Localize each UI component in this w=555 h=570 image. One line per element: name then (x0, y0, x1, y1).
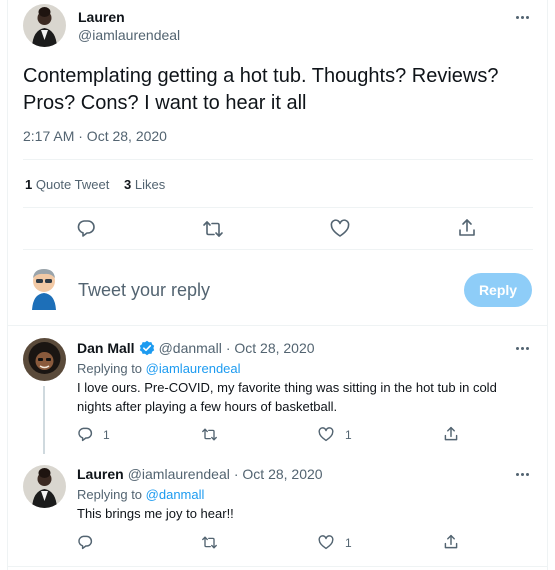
share-icon[interactable] (443, 534, 459, 550)
main-tweet-timestamp[interactable]: 2:17 AM · Oct 28, 2020 (23, 128, 167, 144)
reply-date[interactable]: · Oct 28, 2020 (226, 340, 315, 356)
reply-author-avatar[interactable] (23, 465, 66, 508)
reply-more-icon[interactable] (511, 467, 533, 481)
replying-to-prefix: Replying to (77, 487, 146, 502)
share-icon[interactable] (443, 426, 459, 442)
main-tweet-more-icon[interactable] (511, 10, 533, 24)
reply-text-line: This brings me joy to hear!! (77, 506, 234, 521)
replying-to: Replying to @danmall (77, 485, 204, 504)
reply-icon[interactable] (76, 218, 96, 238)
like-count: 1 (345, 428, 352, 442)
reply-date[interactable]: · Oct 28, 2020 (234, 466, 323, 482)
reply-author-avatar[interactable] (23, 338, 66, 381)
reply-author-handle[interactable]: @iamlaurendeal (128, 466, 230, 482)
like-count: 3 (124, 177, 132, 192)
divider (8, 325, 547, 326)
divider (23, 207, 533, 208)
quote-label: Quote Tweet (35, 177, 110, 192)
divider (8, 566, 547, 567)
replying-to-prefix: Replying to (77, 361, 146, 376)
retweet-icon[interactable] (201, 535, 218, 550)
main-author-avatar[interactable] (23, 4, 66, 47)
replying-to-handle-link[interactable]: @iamlaurendeal (146, 361, 241, 376)
retweet-icon[interactable] (202, 219, 224, 239)
current-user-avatar[interactable] (24, 266, 64, 310)
divider (23, 249, 533, 250)
reply-more-icon[interactable] (511, 341, 533, 355)
verified-badge-icon (139, 340, 155, 356)
retweet-icon[interactable] (201, 427, 218, 442)
reply-icon[interactable] (77, 534, 93, 550)
reply-text-line: I love ours. Pre-COVID, my favorite thin… (77, 380, 497, 395)
quote-count: 1 (25, 177, 33, 192)
reply-text-line: nights after playing a few hours of bask… (77, 399, 338, 414)
reply-count: 1 (103, 428, 110, 442)
reply-button[interactable]: Reply (464, 273, 532, 307)
main-author-handle[interactable]: @iamlaurendeal (78, 27, 180, 43)
main-author-name[interactable]: Lauren (78, 9, 125, 25)
share-icon[interactable] (457, 218, 477, 238)
quote-tweets-stat[interactable]: 1 Quote Tweet (25, 177, 109, 192)
reply-header: Lauren @iamlaurendeal · Oct 28, 2020 (77, 466, 323, 482)
thread-connector-line (43, 386, 45, 454)
like-icon[interactable] (330, 219, 350, 238)
replying-to-handle-link[interactable]: @danmall (146, 487, 205, 502)
like-icon[interactable] (318, 427, 334, 442)
likes-stat[interactable]: 3 Likes (124, 177, 165, 192)
reply-author-handle[interactable]: @danmall (159, 340, 222, 356)
reply-author-name[interactable]: Dan Mall (77, 340, 135, 356)
like-count: 1 (345, 536, 352, 550)
reply-header: Dan Mall @danmall · Oct 28, 2020 (77, 340, 315, 356)
replying-to: Replying to @iamlaurendeal (77, 359, 241, 378)
main-tweet-text: Contemplating getting a hot tub. Thought… (23, 65, 499, 114)
reply-icon[interactable] (77, 426, 93, 442)
divider (23, 159, 533, 160)
like-label: Likes (134, 177, 166, 192)
reply-author-name[interactable]: Lauren (77, 466, 124, 482)
reply-compose-input[interactable]: Tweet your reply (78, 280, 210, 301)
like-icon[interactable] (318, 535, 334, 550)
